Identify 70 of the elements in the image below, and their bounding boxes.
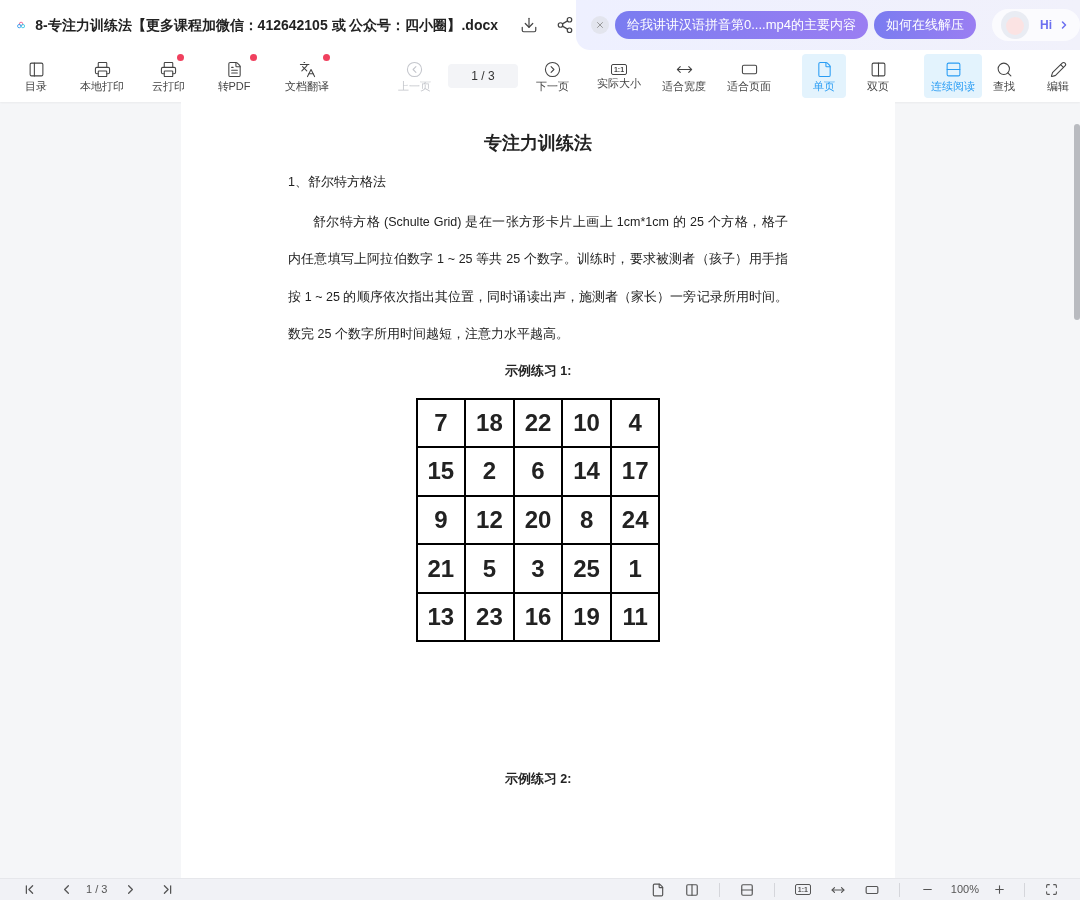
example-caption: 示例练习 1: bbox=[504, 362, 572, 380]
assistant-button[interactable]: Hi bbox=[992, 9, 1080, 41]
grid-cell: 3 bbox=[513, 544, 563, 593]
section-heading: 1、舒尔特方格法 bbox=[288, 174, 387, 191]
toolbar-button[interactable]: 查找 bbox=[982, 54, 1026, 98]
zoom-level: 100% bbox=[950, 882, 979, 898]
grid-cell: 2 bbox=[465, 447, 514, 496]
page-title: 专注力训练法 bbox=[484, 132, 592, 155]
document-icon bbox=[225, 60, 243, 78]
grid-cell: 1 bbox=[610, 544, 660, 593]
sidebar-icon bbox=[27, 60, 45, 78]
grid-cell: 23 bbox=[465, 592, 514, 642]
grid-cell: 22 bbox=[513, 398, 563, 448]
grid-cell: 16 bbox=[513, 592, 563, 642]
toolbar-button[interactable]: 双页 bbox=[856, 54, 900, 98]
example-caption: 示例练习 2: bbox=[504, 771, 572, 789]
grid-cell: 15 bbox=[416, 447, 466, 496]
grid-cell: 10 bbox=[562, 398, 611, 448]
toolbar-button[interactable]: 转PDF bbox=[205, 54, 263, 98]
body-paragraph: 舒尔特方格 (Schulte Grid) 是在一张方形卡片上画上 1cm*1cm 的 25 个方格，格子内任意填写上阿拉伯数字 1 ~ 25 等共 25 个数字。训练时，要求被测者（孩子）用手指按 1 ~ 25 的顺序依次指出其位置，同时诵读出声，施测者（家长）一旁记录所用时间。数完 25 个数字所用时间越短，注意力水平越高。 bbox=[288, 213, 788, 344]
grid-cell: 6 bbox=[513, 447, 563, 496]
grid-cell: 18 bbox=[465, 398, 514, 448]
close-icon bbox=[595, 20, 606, 30]
grid-cell: 7 bbox=[416, 398, 466, 448]
document-title: 8-专注力训练法【更多课程加微信：412642105 或 公众号：四小圈】.docx bbox=[35, 15, 499, 35]
toolbar-button[interactable]: 目录 bbox=[14, 54, 58, 98]
grid-cell: 8 bbox=[562, 495, 611, 545]
grid-cell: 19 bbox=[562, 592, 611, 642]
close-button[interactable] bbox=[591, 16, 610, 34]
edit-icon bbox=[1049, 60, 1067, 78]
continuous-icon bbox=[739, 882, 754, 897]
grid-cell: 14 bbox=[562, 447, 611, 496]
grid-cell: 24 bbox=[610, 495, 660, 545]
toolbar-button[interactable]: 适合页面 bbox=[720, 54, 778, 98]
grid-cell: 25 bbox=[562, 544, 611, 593]
toolbar-button[interactable]: 适合宽度 bbox=[655, 54, 713, 98]
toolbar-button[interactable]: 下一页 bbox=[530, 54, 574, 98]
grid-cell: 17 bbox=[610, 447, 660, 496]
single-page-icon bbox=[815, 60, 833, 78]
continuous-button[interactable] bbox=[739, 882, 754, 897]
grid-cell: 13 bbox=[416, 592, 466, 642]
page-indicator: 1 / 3 bbox=[86, 882, 108, 898]
two-page-icon bbox=[869, 60, 887, 78]
toolbar-button[interactable]: 文档翻译 bbox=[278, 54, 336, 98]
printer-icon bbox=[93, 60, 111, 78]
grid-cell: 12 bbox=[465, 495, 514, 545]
plus-icon bbox=[993, 883, 1006, 896]
grid-cell: 11 bbox=[610, 592, 660, 642]
grid-cell: 20 bbox=[513, 495, 563, 545]
page-number-field[interactable]: 1 / 3 bbox=[448, 64, 518, 88]
toolbar-button[interactable]: 云打印 bbox=[146, 54, 190, 98]
fullscreen-icon bbox=[1045, 883, 1058, 896]
printer-icon bbox=[159, 60, 177, 78]
toolbar-button[interactable]: 本地打印 bbox=[73, 54, 131, 98]
continuous-icon bbox=[944, 60, 962, 78]
zoom-in-button[interactable] bbox=[993, 883, 1006, 896]
grid-cell: 4 bbox=[610, 398, 660, 448]
translate-icon bbox=[298, 60, 316, 78]
grid-cell: 21 bbox=[416, 544, 466, 593]
search-icon bbox=[995, 60, 1013, 78]
two-page-icon bbox=[684, 882, 699, 897]
chevron-right-icon bbox=[543, 60, 561, 78]
toolbar-button[interactable]: 编辑 bbox=[1036, 54, 1080, 98]
single-page-icon bbox=[650, 882, 665, 897]
chevron-left-icon bbox=[405, 60, 423, 78]
two-page-button[interactable] bbox=[684, 882, 699, 897]
single-page-button[interactable] bbox=[650, 882, 665, 897]
grid-cell: 9 bbox=[416, 495, 466, 545]
grid-cell: 5 bbox=[465, 544, 514, 593]
fullscreen-button[interactable] bbox=[1045, 883, 1058, 896]
